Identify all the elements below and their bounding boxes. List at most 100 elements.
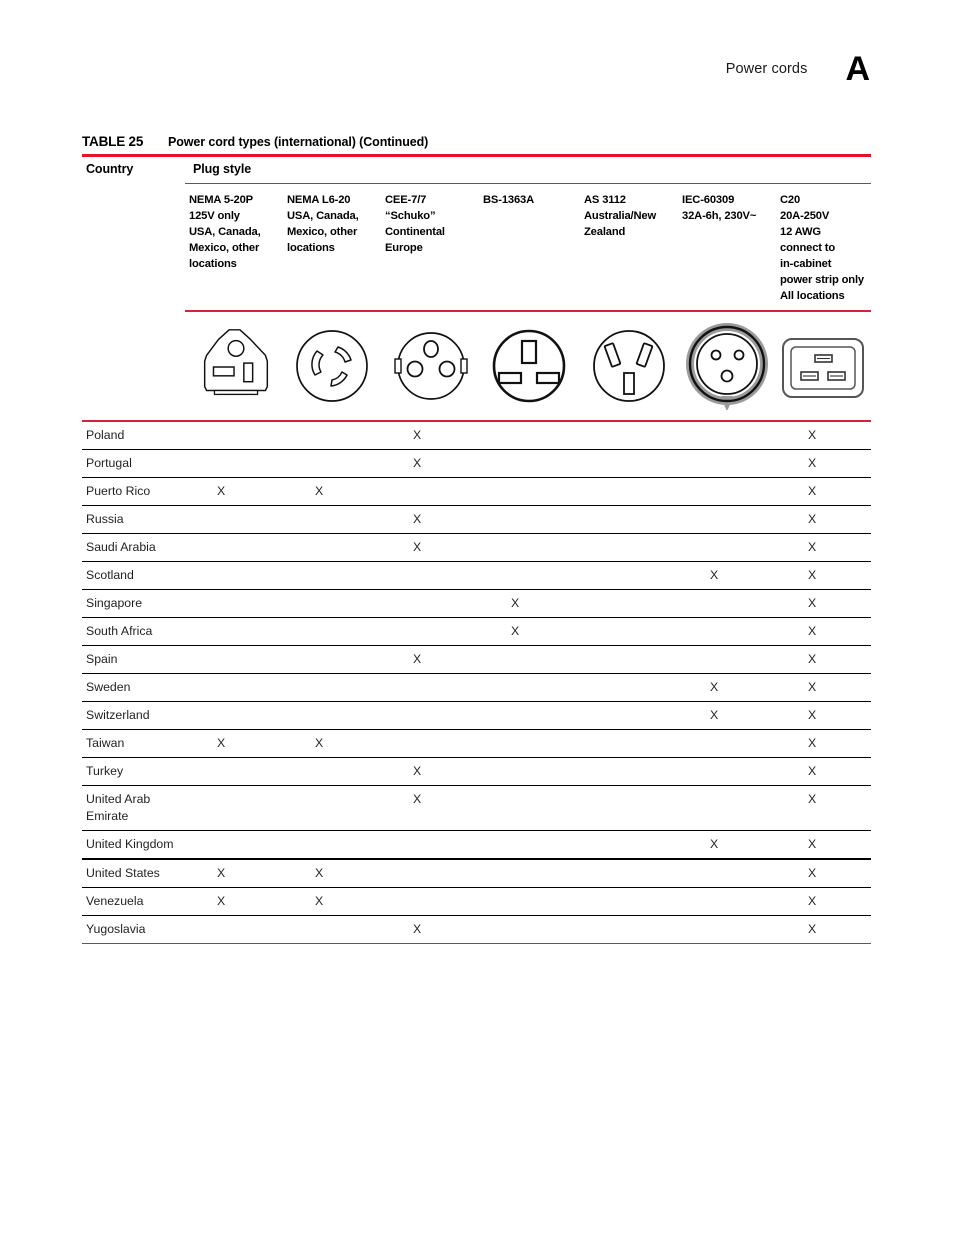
mark-cell-empty — [283, 674, 381, 684]
country-cell: South Africa — [86, 624, 153, 639]
mark-cell-checked: X — [217, 736, 226, 751]
mark-cell-empty — [479, 674, 580, 684]
mark-cell-empty — [283, 450, 381, 460]
mark-cell-empty — [185, 534, 283, 544]
spec-line: Mexico, other — [189, 241, 260, 254]
spec-line: connect to — [780, 241, 836, 254]
country-cell: Spain — [86, 652, 118, 667]
country-cell: Taiwan — [86, 736, 125, 751]
mark-cell-empty — [479, 534, 580, 544]
mark-cell-empty — [678, 506, 776, 516]
mark-cell-empty — [678, 478, 776, 488]
mark-cell-checked: X — [217, 865, 226, 880]
table-row: Poland X X — [82, 422, 871, 449]
column-header-plug-style: Plug style — [193, 161, 252, 176]
mark-cell-empty — [479, 702, 580, 712]
mark-cell-checked: X — [315, 893, 324, 908]
mark-cell-checked: X — [511, 624, 520, 639]
mark-cell-checked: X — [808, 624, 817, 639]
mark-cell-empty — [580, 562, 678, 572]
spec-line: locations — [189, 257, 237, 270]
table-row: Spain X X — [82, 646, 871, 673]
spec-line: Europe — [385, 241, 423, 254]
mark-cell-checked: X — [808, 921, 817, 936]
mark-cell-empty — [479, 786, 580, 796]
spec-line: USA, Canada, — [287, 210, 359, 222]
mark-cell-checked: X — [808, 764, 817, 779]
table-header-row-specs: NEMA 5-20P 125V only USA, Canada, Mexico… — [82, 184, 871, 310]
mark-cell-empty — [580, 534, 678, 544]
spec-line: “Schuko” — [385, 210, 436, 222]
page-running-header: Power cords A — [726, 52, 870, 86]
mark-cell-empty — [678, 860, 776, 870]
mark-cell-empty — [580, 831, 678, 841]
mark-cell-empty — [283, 786, 381, 796]
mark-cell-checked: X — [413, 792, 422, 807]
mark-cell-empty — [381, 888, 479, 898]
mark-cell-checked: X — [808, 736, 817, 751]
mark-cell-empty — [580, 916, 678, 926]
country-cell: Puerto Rico — [86, 483, 151, 498]
mark-cell-empty — [381, 831, 479, 841]
spec-nema-5-20p: NEMA 5-20P 125V only USA, Canada, Mexico… — [185, 193, 283, 273]
country-cell: Venezuela — [86, 893, 144, 908]
mark-cell-checked: X — [413, 455, 422, 470]
spec-iec-60309: IEC-60309 32A-6h, 230V~ — [678, 193, 776, 225]
mark-cell-checked: X — [808, 427, 817, 442]
mark-cell-checked: X — [511, 596, 520, 610]
mark-cell-empty — [185, 646, 283, 656]
mark-cell-checked: X — [413, 511, 422, 526]
mark-cell-empty — [479, 422, 580, 432]
country-cell: Yugoslavia — [86, 921, 146, 936]
mark-cell-empty — [185, 422, 283, 432]
mark-cell-checked: X — [808, 792, 817, 807]
mark-cell-empty — [479, 860, 580, 870]
spec-line: 12 AWG — [780, 225, 821, 238]
spec-line: 125V only — [189, 210, 240, 222]
spec-line: 20A-250V — [780, 210, 830, 222]
mark-cell-checked: X — [808, 483, 817, 498]
mark-cell-empty — [479, 730, 580, 740]
mark-cell-empty — [185, 831, 283, 841]
table-row: Venezuela X X X — [82, 888, 871, 915]
mark-cell-empty — [580, 702, 678, 712]
mark-cell-checked: X — [808, 539, 817, 554]
mark-cell-empty — [381, 702, 479, 712]
mark-cell-checked: X — [808, 837, 817, 852]
table-caption: TABLE 25 Power cord types (international… — [82, 134, 871, 154]
mark-cell-checked: X — [808, 865, 817, 880]
mark-cell-checked: X — [710, 837, 719, 852]
mark-cell-checked: X — [315, 865, 324, 880]
mark-cell-empty — [283, 506, 381, 516]
mark-cell-empty — [678, 730, 776, 740]
spec-cee-7-7: CEE-7/7 “Schuko” Continental Europe — [381, 193, 479, 257]
spec-line: Mexico, other — [287, 225, 358, 238]
mark-cell-empty — [185, 506, 283, 516]
mark-cell-empty — [381, 674, 479, 684]
mark-cell-empty — [580, 450, 678, 460]
nema-5-20p-plug-icon — [185, 325, 283, 411]
mark-cell-empty — [479, 831, 580, 841]
spec-line: NEMA 5-20P — [189, 194, 253, 207]
mark-cell-empty — [185, 758, 283, 768]
spec-line: USA, Canada, — [189, 225, 261, 238]
c20-connector-icon — [776, 333, 872, 403]
country-cell: United States — [86, 865, 160, 880]
as-3112-plug-icon — [580, 325, 678, 411]
mark-cell-empty — [381, 730, 479, 740]
mark-cell-checked: X — [808, 708, 817, 723]
table-number-label: TABLE 25 — [82, 134, 144, 149]
table-row: Turkey X X — [82, 758, 871, 785]
table-row: United Arab Emirate X X — [82, 786, 871, 830]
nema-l6-20-plug-icon — [283, 325, 381, 411]
country-cell: Saudi Arabia — [86, 539, 156, 554]
table-row: Scotland X X — [82, 562, 871, 589]
mark-cell-empty — [678, 916, 776, 926]
mark-cell-empty — [580, 888, 678, 898]
appendix-letter: A — [845, 50, 870, 88]
mark-cell-empty — [678, 534, 776, 544]
table-bottom-rule — [82, 942, 871, 945]
country-cell: Portugal — [86, 455, 132, 470]
spec-line: IEC-60309 — [682, 194, 735, 207]
mark-cell-empty — [185, 562, 283, 572]
